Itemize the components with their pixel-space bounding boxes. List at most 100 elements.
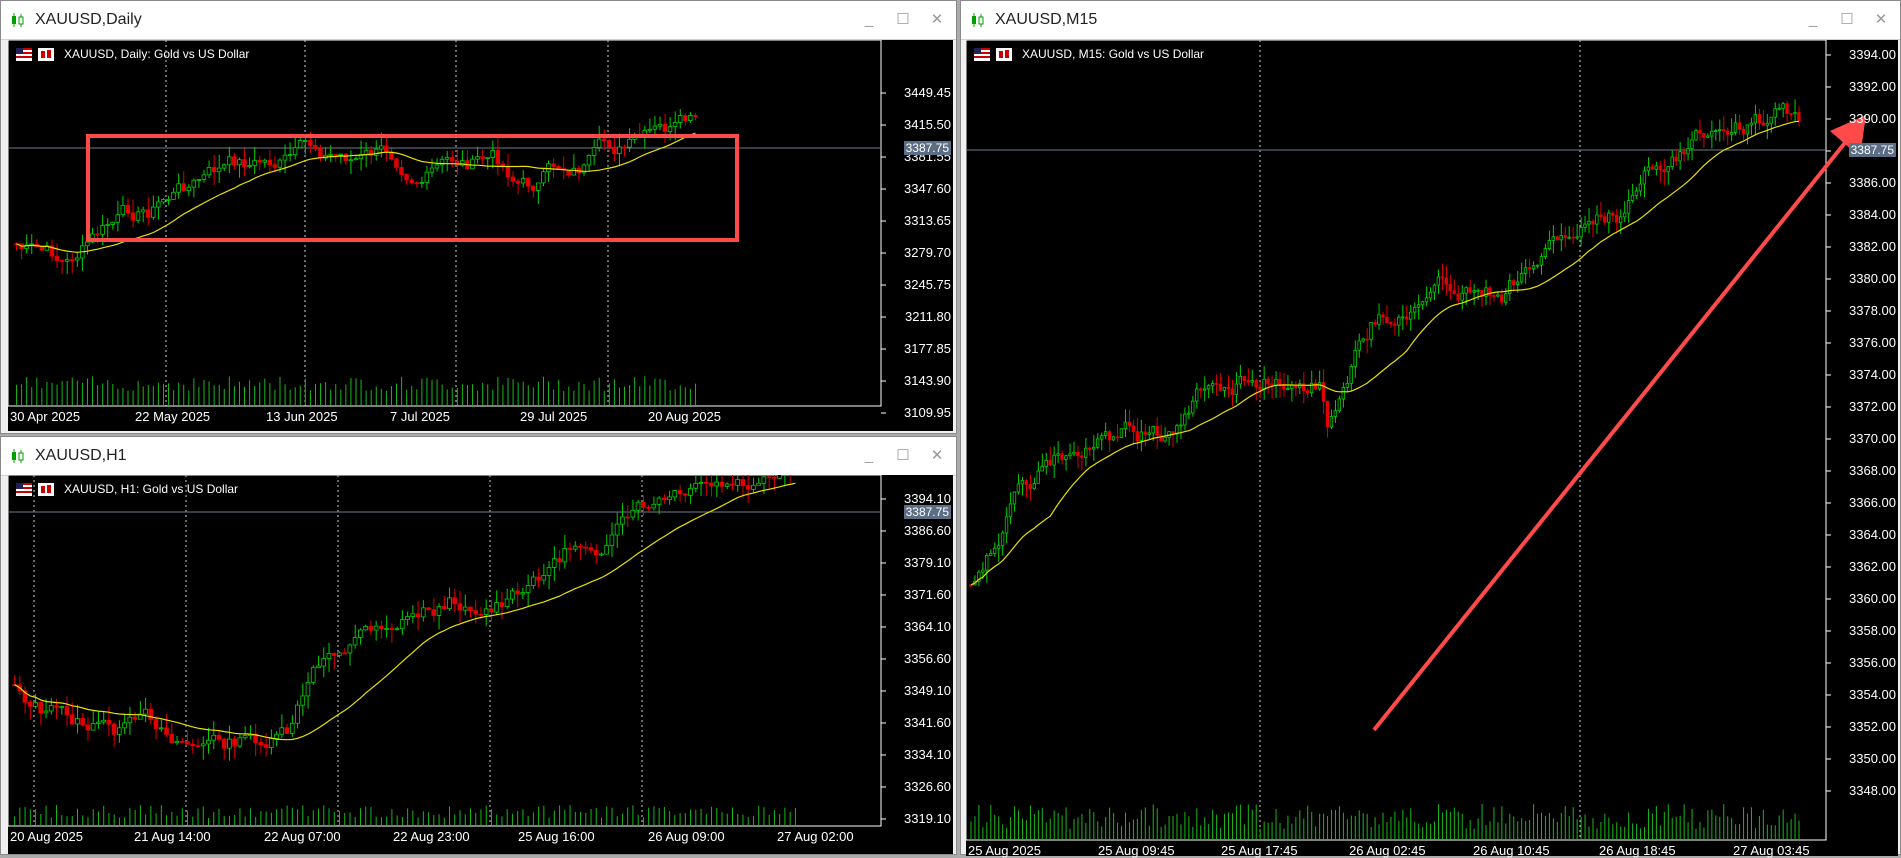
bear-candle	[313, 144, 318, 150]
maximize-button[interactable]: ☐	[1836, 10, 1858, 30]
bull-candle	[1654, 165, 1658, 170]
bear-candle	[106, 719, 112, 725]
bull-candle	[268, 738, 274, 748]
bear-candle	[216, 734, 222, 740]
bull-candle	[724, 483, 730, 487]
maximize-button[interactable]: ☐	[892, 10, 914, 30]
bull-candle	[1262, 378, 1266, 390]
bear-candle	[1242, 376, 1246, 381]
price-tick-label: 3326.60	[904, 779, 951, 794]
chart-h1[interactable]: XAUUSD, H1: Gold vs US Dollar 3394.10 338…	[8, 475, 953, 854]
bear-candle	[449, 157, 455, 162]
time-tick-label: 27 Aug 03:45	[1733, 843, 1810, 858]
window-h1-title: XAUUSD,H1	[35, 447, 127, 464]
bull-candle	[1056, 453, 1060, 456]
bear-candle	[195, 745, 201, 748]
window-daily-titlebar[interactable]: XAUUSD,Daily _ ☐ ✕	[1, 1, 956, 40]
bear-candle	[1230, 388, 1235, 395]
bull-candle	[420, 607, 426, 618]
bull-candle	[1250, 380, 1254, 383]
bear-candle	[1218, 383, 1223, 391]
bull-candle	[1111, 436, 1116, 441]
bull-candle	[429, 167, 435, 173]
price-tick-label: 3376.00	[1849, 335, 1896, 350]
price-tick-label: 3370.00	[1849, 431, 1896, 446]
bear-candle	[468, 606, 473, 611]
bear-candle	[1143, 431, 1147, 435]
bear-candle	[1266, 378, 1270, 385]
bear-candle	[1785, 103, 1789, 114]
price-tick-label: 3334.10	[904, 747, 951, 762]
bull-candle	[1630, 194, 1635, 202]
bull-candle	[777, 475, 782, 479]
chart-legend: XAUUSD, M15: Gold vs US Dollar	[974, 46, 1204, 62]
bull-candle	[1095, 438, 1100, 448]
bear-candle	[1305, 390, 1310, 394]
us-flag-icon	[16, 47, 32, 61]
window-h1-titlebar[interactable]: XAUUSD,H1 _ ☐ ✕	[1, 437, 956, 476]
bull-candle	[1092, 446, 1096, 450]
bull-candle	[405, 616, 410, 620]
close-button[interactable]: ✕	[1870, 10, 1892, 30]
chart-daily[interactable]: XAUUSD, Daily: Gold vs US Dollar 3449.45…	[8, 40, 953, 431]
bull-candle	[216, 167, 222, 173]
bull-candle	[981, 569, 985, 573]
chart-m15[interactable]: XAUUSD, M15: Gold vs US Dollar 3394.00 33…	[966, 40, 1898, 858]
bull-candle	[667, 126, 673, 132]
bull-candle	[614, 523, 620, 536]
price-tick-label: 3380.00	[1849, 271, 1896, 286]
bull-candle	[586, 155, 592, 166]
candlestick-chart-icon	[12, 449, 24, 463]
bull-candle	[1583, 223, 1587, 228]
minimize-button[interactable]: _	[1802, 10, 1824, 30]
bear-candle	[1226, 387, 1231, 390]
bull-candle	[1210, 383, 1215, 387]
bear-candle	[1107, 431, 1112, 441]
price-tick-label: 3347.60	[904, 181, 951, 196]
bear-candle	[1198, 388, 1203, 391]
bull-candle	[1008, 503, 1013, 518]
bear-candle	[384, 145, 389, 153]
minimize-button[interactable]: _	[858, 10, 880, 30]
bear-candle	[510, 176, 516, 182]
bear-candle	[378, 625, 384, 629]
bull-candle	[196, 179, 202, 181]
bear-candle	[1702, 132, 1706, 138]
minimize-button[interactable]: _	[858, 446, 880, 466]
bear-candle	[607, 140, 612, 148]
bear-candle	[54, 255, 60, 261]
close-button[interactable]: ✕	[926, 446, 948, 466]
window-m15-titlebar[interactable]: XAUUSD,M15 _ ☐ ✕	[961, 1, 1900, 40]
bull-candle	[434, 164, 440, 169]
bull-candle	[302, 140, 308, 142]
bull-candle	[1064, 455, 1068, 460]
time-tick-label: 22 May 2025	[135, 409, 211, 424]
bull-candle	[363, 149, 369, 155]
bull-candle	[101, 719, 106, 723]
plot-area	[8, 40, 882, 407]
price-tick-label: 3394.10	[904, 491, 951, 506]
chart-type-icon	[38, 482, 54, 496]
bear-candle	[343, 153, 348, 162]
bull-candle	[1397, 316, 1401, 326]
bull-candle	[135, 211, 141, 221]
bear-candle	[272, 164, 278, 168]
maximize-button[interactable]: ☐	[892, 446, 914, 466]
bear-candle	[1527, 267, 1532, 270]
bull-candle	[166, 198, 171, 201]
bull-candle	[1183, 413, 1187, 426]
time-tick-label: 27 Aug 02:00	[777, 829, 854, 844]
bull-candle	[1052, 454, 1056, 466]
bear-candle	[1757, 114, 1761, 124]
bull-candle	[1745, 124, 1750, 135]
close-button[interactable]: ✕	[926, 10, 948, 30]
bull-candle	[352, 637, 358, 646]
bull-candle	[627, 138, 632, 148]
bull-candle	[75, 257, 80, 261]
bull-candle	[1202, 388, 1207, 391]
time-tick-label: 29 Jul 2025	[520, 409, 588, 424]
bear-candle	[1258, 386, 1262, 390]
bull-candle	[1195, 388, 1199, 402]
bear-candle	[169, 733, 175, 744]
bull-candle	[672, 121, 678, 127]
